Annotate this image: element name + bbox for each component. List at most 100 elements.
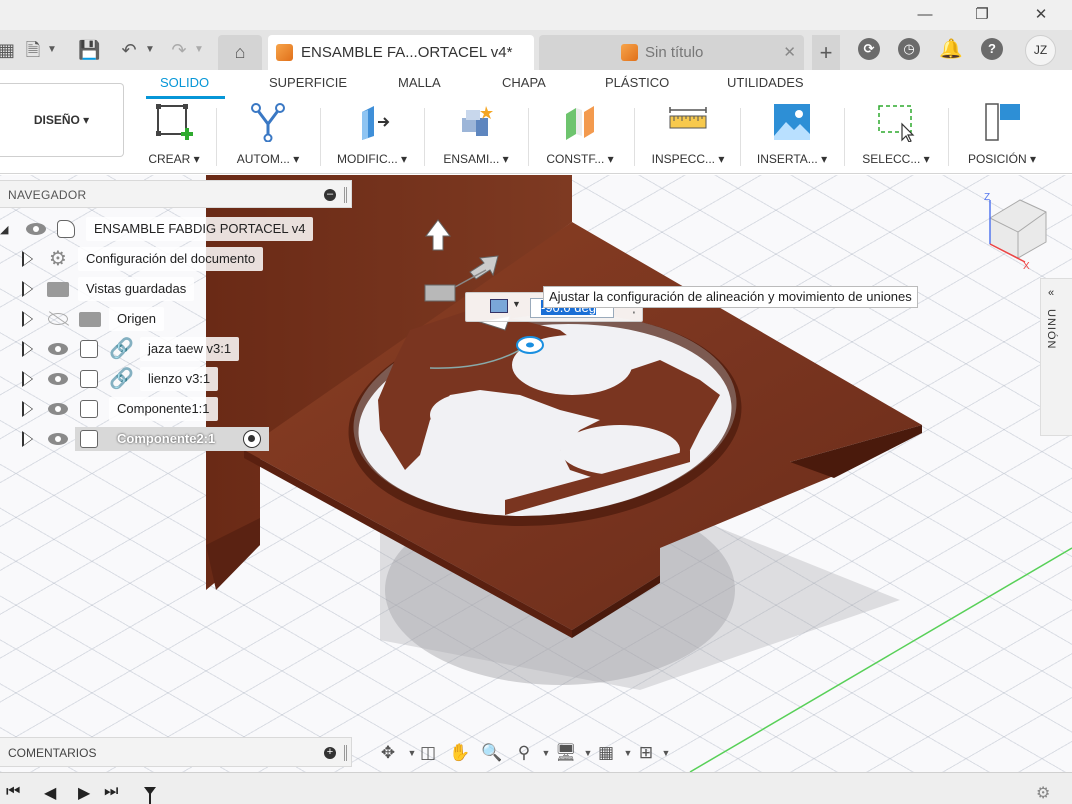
tree-item-componente1[interactable]: Componente1:1 xyxy=(0,397,320,421)
extensions-icon[interactable]: ⟳ xyxy=(858,38,880,60)
automate-icon xyxy=(251,103,285,142)
step-forward-icon[interactable]: ⏭ xyxy=(104,783,118,801)
tree-item-componente2[interactable]: Componente2:1 xyxy=(0,427,320,451)
construct-icon xyxy=(566,106,594,140)
tree-item-jaza[interactable]: 🔗 jaza taew v3:1 xyxy=(0,337,320,361)
tree-item-lienzo[interactable]: 🔗 lienzo v3:1 xyxy=(0,367,320,391)
expand-triangle-icon[interactable] xyxy=(22,281,33,297)
alignment-dropdown-icon[interactable]: ▼ xyxy=(512,299,521,309)
hidden-eye-icon[interactable] xyxy=(48,313,68,325)
tab-malla[interactable]: MALLA xyxy=(398,75,441,90)
tree-item-label: lienzo v3:1 xyxy=(140,367,219,391)
visibility-eye-icon[interactable] xyxy=(26,223,46,235)
gear-icon: ⚙ xyxy=(49,248,67,270)
notifications-bell-icon[interactable]: 🔔 xyxy=(939,38,963,62)
position-tool[interactable]: POSICIÓN ▾ xyxy=(952,100,1052,170)
collapse-triangle-icon[interactable]: ◢ xyxy=(0,223,8,236)
zoom-icon[interactable]: 🔍 xyxy=(480,742,504,764)
close-tab-icon[interactable]: ✕ xyxy=(783,35,796,70)
add-comment-icon[interactable]: + xyxy=(324,747,336,759)
tool-label: MODIFIC... xyxy=(336,152,398,166)
play-icon[interactable]: ▶ xyxy=(78,783,90,803)
undo-dropdown-icon[interactable]: ▼ xyxy=(144,38,156,62)
save-icon[interactable]: 💾 xyxy=(78,38,100,62)
expand-triangle-icon[interactable] xyxy=(22,401,33,417)
tree-item-label: Origen xyxy=(109,307,165,331)
file-dropdown-icon[interactable]: ▼ xyxy=(46,38,58,62)
display-settings-icon[interactable]: 🖥 xyxy=(554,742,578,764)
undo-icon[interactable]: ↶ xyxy=(118,38,140,62)
timeline-settings-gear-icon[interactable]: ⚙ xyxy=(1036,783,1050,803)
expand-triangle-icon[interactable] xyxy=(22,311,33,327)
step-back-icon[interactable]: ◀ xyxy=(44,783,56,803)
navigation-bar: ✥ ▼ ◫ ✋ 🔍 ⚲ ▼ 🖥 ▼ ▦ ▼ ⊞ ▼ xyxy=(370,737,672,769)
tree-item-root[interactable]: ◢ ENSAMBLE FABDIG PORTACEL v4 xyxy=(0,217,320,241)
joint-side-panel[interactable]: « UNIÓN xyxy=(1040,278,1072,436)
tree-item-origin[interactable]: Origen xyxy=(0,307,320,331)
orbit-move-icon[interactable]: ✥ xyxy=(376,742,400,764)
tree-item-doc-settings[interactable]: ⚙ Configuración del documento xyxy=(0,247,320,271)
workspace-design-button[interactable]: DISEÑO ▾ xyxy=(0,83,124,157)
activate-component-icon[interactable] xyxy=(243,430,261,448)
viewcube[interactable] xyxy=(989,199,1047,263)
expand-triangle-icon[interactable] xyxy=(22,341,33,357)
expand-triangle-icon[interactable] xyxy=(22,371,33,387)
expand-panel-icon[interactable]: « xyxy=(1048,287,1054,299)
tab-chapa[interactable]: CHAPA xyxy=(502,75,546,90)
create-tool[interactable]: CREAR ▾ xyxy=(124,100,224,170)
tool-label: CREAR xyxy=(148,152,191,166)
assembly-icon xyxy=(57,220,75,238)
modify-tool[interactable]: MODIFIC... ▾ xyxy=(322,100,422,170)
visibility-eye-icon[interactable] xyxy=(48,343,68,355)
user-avatar[interactable]: JZ xyxy=(1025,35,1056,66)
timeline-marker[interactable] xyxy=(144,773,156,804)
construct-tool[interactable]: CONSTF... ▾ xyxy=(530,100,630,170)
expand-triangle-icon[interactable] xyxy=(22,431,33,447)
expand-triangle-icon[interactable] xyxy=(22,251,33,267)
insert-tool[interactable]: INSERTA... ▾ xyxy=(742,100,842,170)
look-at-icon[interactable]: ◫ xyxy=(416,742,440,764)
restore-icon[interactable]: ❐ xyxy=(967,4,997,26)
minimize-icon[interactable]: — xyxy=(910,4,940,26)
visibility-eye-icon[interactable] xyxy=(48,403,68,415)
select-tool[interactable]: SELECC... ▾ xyxy=(846,100,946,170)
home-icon[interactable]: ⌂ xyxy=(218,35,262,70)
panel-grip-icon[interactable] xyxy=(344,745,347,761)
tab-document-untitled[interactable]: Sin título ✕ xyxy=(539,35,804,70)
pan-hand-icon[interactable]: ✋ xyxy=(448,742,472,764)
job-status-icon[interactable]: ◷ xyxy=(898,38,920,60)
grid-menu-icon[interactable]: ▦ xyxy=(0,38,15,62)
viewports-dropdown-icon[interactable]: ▼ xyxy=(654,742,678,764)
panel-grip-icon[interactable] xyxy=(344,187,347,203)
tab-utilidades[interactable]: UTILIDADES xyxy=(727,75,804,90)
help-icon[interactable]: ? xyxy=(981,38,1003,60)
tree-item-label: Vistas guardadas xyxy=(78,277,195,301)
tool-label: ENSAMI... xyxy=(443,152,500,166)
tree-item-saved-views[interactable]: Vistas guardadas xyxy=(0,277,320,301)
grid-settings-icon[interactable]: ▦ xyxy=(594,742,618,764)
tab-plastico[interactable]: PLÁSTICO xyxy=(605,75,669,90)
visibility-eye-icon[interactable] xyxy=(48,373,68,385)
fit-zoom-icon[interactable]: ⚲ xyxy=(512,742,536,764)
tab-solido[interactable]: SOLIDO xyxy=(160,75,209,90)
file-icon[interactable]: 🗎 xyxy=(22,38,44,62)
go-to-start-icon[interactable]: ⏮ xyxy=(6,783,20,801)
tab-document-active[interactable]: ENSAMBLE FA...ORTACEL v4* xyxy=(268,35,534,70)
alignment-icon[interactable] xyxy=(490,299,508,313)
redo-icon[interactable]: ↷ xyxy=(168,38,190,62)
new-tab-plus-icon[interactable]: + xyxy=(812,35,840,70)
close-icon[interactable]: ✕ xyxy=(1026,4,1056,26)
tab-superficie[interactable]: SUPERFICIE xyxy=(269,75,347,90)
x-axis-label: X xyxy=(1023,261,1030,272)
inspect-tool[interactable]: INSPECC... ▾ xyxy=(638,100,738,170)
assemble-tool[interactable]: ENSAMI... ▾ xyxy=(426,100,526,170)
toolbar-ribbon: SOLIDO SUPERFICIE MALLA CHAPA PLÁSTICO U… xyxy=(0,70,1072,174)
visibility-eye-icon[interactable] xyxy=(48,433,68,445)
component-icon xyxy=(80,400,98,418)
automate-tool[interactable]: AUTOM... ▾ xyxy=(218,100,318,170)
component-cube-icon xyxy=(276,44,293,61)
collapse-icon[interactable]: – xyxy=(324,189,336,201)
insert-image-icon xyxy=(774,104,810,140)
position-icon xyxy=(985,103,1020,141)
redo-dropdown-icon[interactable]: ▼ xyxy=(193,38,205,62)
